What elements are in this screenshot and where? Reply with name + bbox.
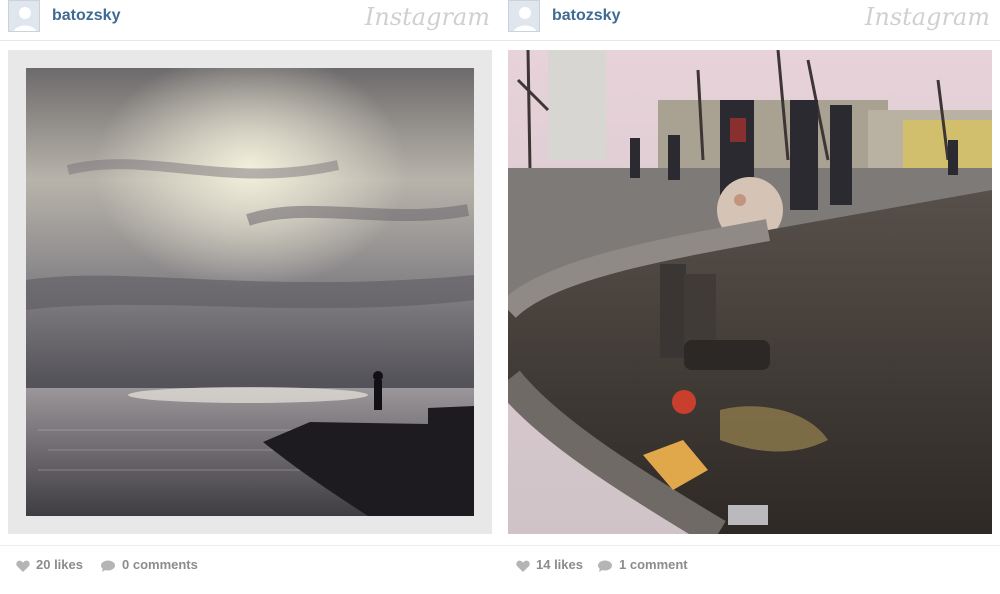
comments-count[interactable]: 0 comments <box>100 557 198 572</box>
post-card: batozsky Instagram <box>500 0 1000 594</box>
speech-bubble-icon <box>101 560 115 572</box>
default-avatar-icon <box>509 1 539 31</box>
post-header: batozsky Instagram <box>500 0 1000 41</box>
post-footer: 20 likes 0 comments <box>0 545 500 586</box>
post-photo[interactable] <box>508 50 992 534</box>
likes-count[interactable]: 20 likes <box>16 557 83 572</box>
username-link[interactable]: batozsky <box>52 7 120 25</box>
default-avatar-icon <box>9 1 39 31</box>
heart-icon <box>516 560 530 572</box>
avatar[interactable] <box>8 0 40 32</box>
speech-bubble-icon <box>598 560 612 572</box>
comments-label: 0 comments <box>122 557 198 572</box>
likes-count[interactable]: 14 likes <box>516 557 583 572</box>
avatar[interactable] <box>508 0 540 32</box>
instagram-logo: Instagram <box>364 3 490 31</box>
likes-label: 14 likes <box>536 557 583 572</box>
post-header: batozsky Instagram <box>0 0 500 41</box>
heart-icon <box>16 560 30 572</box>
post-photo[interactable] <box>8 50 492 534</box>
username-link[interactable]: batozsky <box>552 7 620 25</box>
instagram-logo: Instagram <box>864 3 990 31</box>
likes-label: 20 likes <box>36 557 83 572</box>
post-footer: 14 likes 1 comment <box>500 545 1000 586</box>
comments-label: 1 comment <box>619 557 688 572</box>
post-card: batozsky Instagram <box>0 0 500 594</box>
comments-count[interactable]: 1 comment <box>597 557 688 572</box>
